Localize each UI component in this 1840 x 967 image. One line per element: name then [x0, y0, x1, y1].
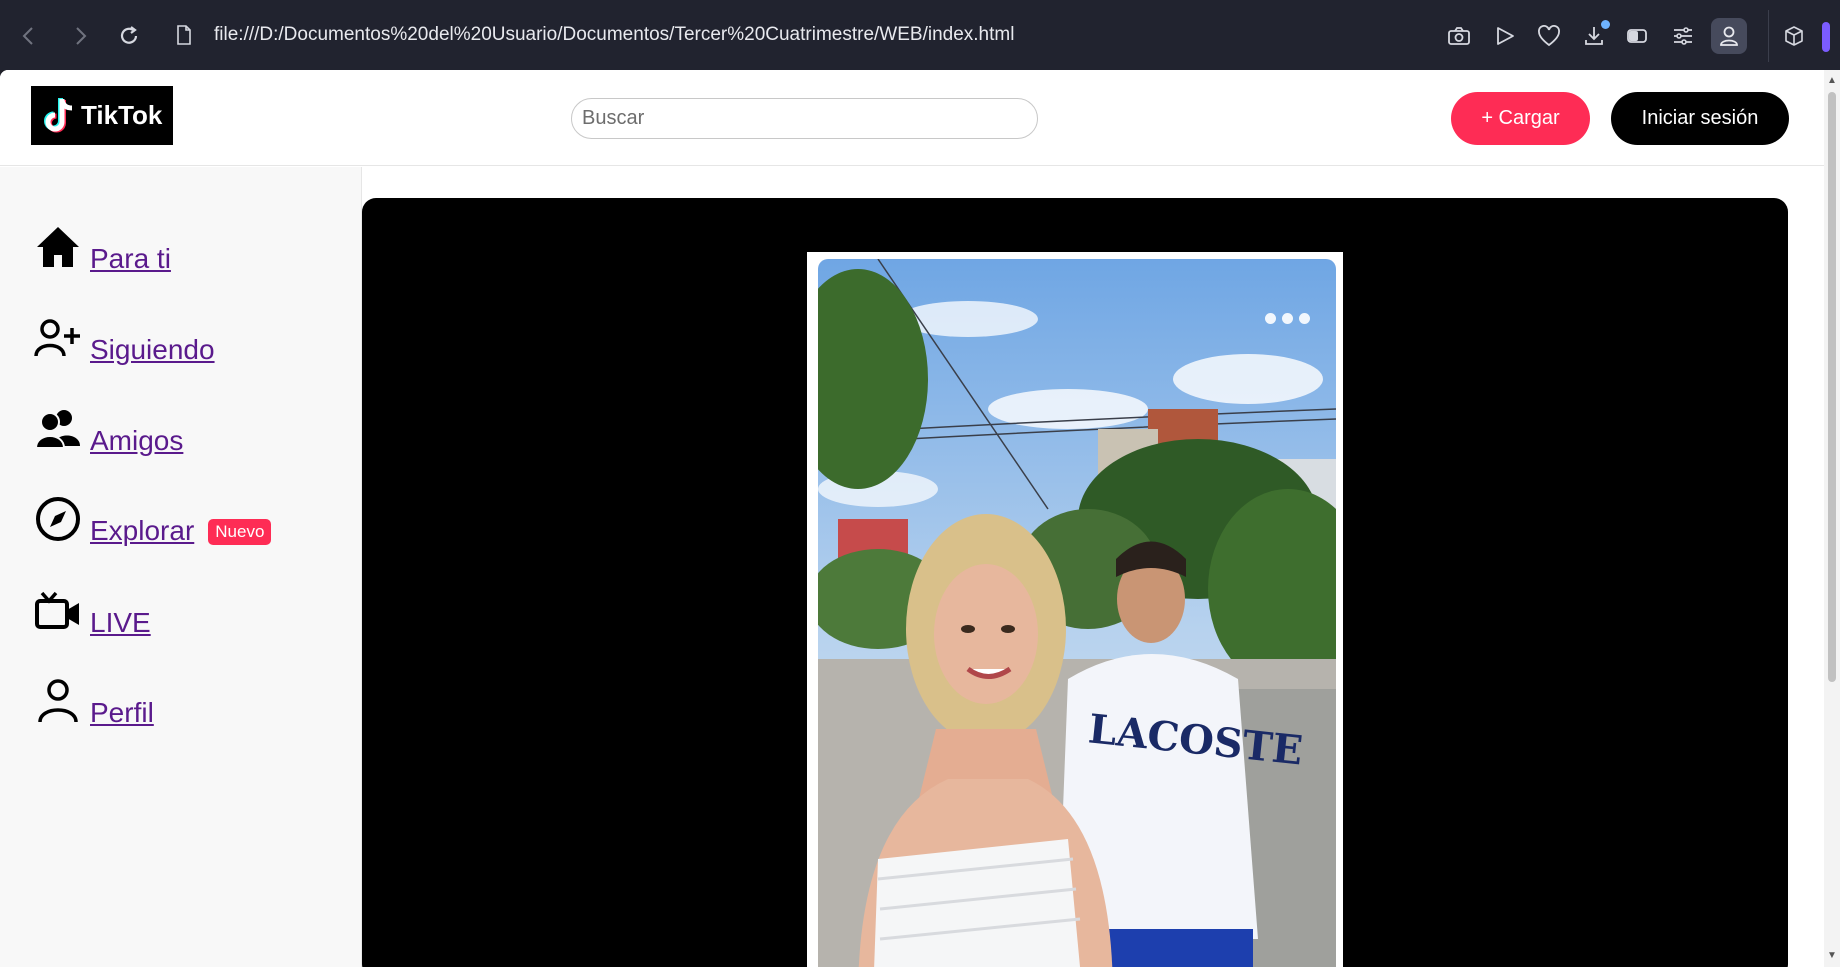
new-badge: Nuevo [208, 519, 272, 545]
site-header: TikTok + Cargar Iniciar sesión [0, 70, 1824, 166]
profile-icon [34, 677, 82, 725]
download-indicator [1601, 20, 1610, 29]
sidebar-toggle[interactable] [1822, 22, 1830, 52]
video-thumbnail[interactable]: LACOSTE [818, 259, 1336, 967]
sidebar-item-explorar[interactable]: Explorar Nuevo [34, 495, 272, 546]
profile-menu-button[interactable] [1711, 18, 1747, 54]
sidebar-item-label: Amigos [90, 425, 184, 456]
video-frame: LACOSTE [807, 252, 1343, 967]
file-icon [176, 25, 194, 47]
play-icon[interactable] [1491, 22, 1519, 50]
video-player-panel: LACOSTE [362, 198, 1788, 967]
login-button[interactable]: Iniciar sesión [1611, 92, 1789, 145]
sidebar-item-label: Perfil [90, 697, 154, 728]
logo-text: TikTok [81, 100, 163, 130]
toolbar-divider [1768, 10, 1769, 62]
address-bar[interactable]: file:///D:/Documentos%20del%20Usuario/Do… [214, 24, 1014, 46]
scroll-up-icon[interactable]: ▲ [1827, 76, 1837, 86]
battery-saver-icon[interactable] [1624, 22, 1652, 50]
sidebar-nav: Para ti Siguiendo Amigos Explorar Nuevo [0, 167, 362, 967]
user-icon [1720, 26, 1738, 46]
tiktok-logo[interactable]: TikTok [31, 86, 173, 145]
sidebar-item-label: Para ti [90, 243, 171, 274]
camera-icon[interactable] [1445, 22, 1473, 50]
live-camera-icon [34, 587, 82, 635]
extensions-cube-icon[interactable] [1780, 22, 1808, 50]
sidebar-item-amigos[interactable]: Amigos [34, 405, 183, 456]
sidebar-item-label: Explorar [90, 515, 195, 546]
scrollbar-thumb[interactable] [1828, 92, 1836, 682]
friends-icon [34, 405, 82, 453]
page-viewport: TikTok + Cargar Iniciar sesión Para ti S… [0, 70, 1840, 967]
tiktok-note-icon [44, 97, 73, 132]
sidebar-item-perfil[interactable]: Perfil [34, 677, 154, 728]
sidebar-item-siguiendo[interactable]: Siguiendo [34, 314, 215, 365]
upload-button[interactable]: + Cargar [1451, 92, 1590, 145]
forward-icon[interactable] [67, 22, 95, 50]
sidebar-item-label: LIVE [90, 607, 151, 638]
sidebar-item-live[interactable]: LIVE [34, 587, 151, 638]
compass-icon [34, 495, 82, 543]
scroll-down-icon[interactable]: ▼ [1827, 951, 1837, 961]
reload-icon[interactable] [115, 22, 143, 50]
more-options-icon[interactable] [1265, 313, 1310, 324]
sidebar-item-para-ti[interactable]: Para ti [34, 223, 171, 274]
page-scrollbar[interactable]: ▲ ▼ [1824, 70, 1840, 967]
user-plus-icon [34, 314, 82, 362]
browser-toolbar: file:///D:/Documentos%20del%20Usuario/Do… [0, 0, 1840, 70]
back-icon[interactable] [14, 22, 42, 50]
heart-icon[interactable] [1535, 22, 1563, 50]
sidebar-item-label: Siguiendo [90, 334, 215, 365]
search-input[interactable] [571, 98, 1038, 139]
settings-sliders-icon[interactable] [1669, 22, 1697, 50]
home-icon [34, 223, 82, 271]
